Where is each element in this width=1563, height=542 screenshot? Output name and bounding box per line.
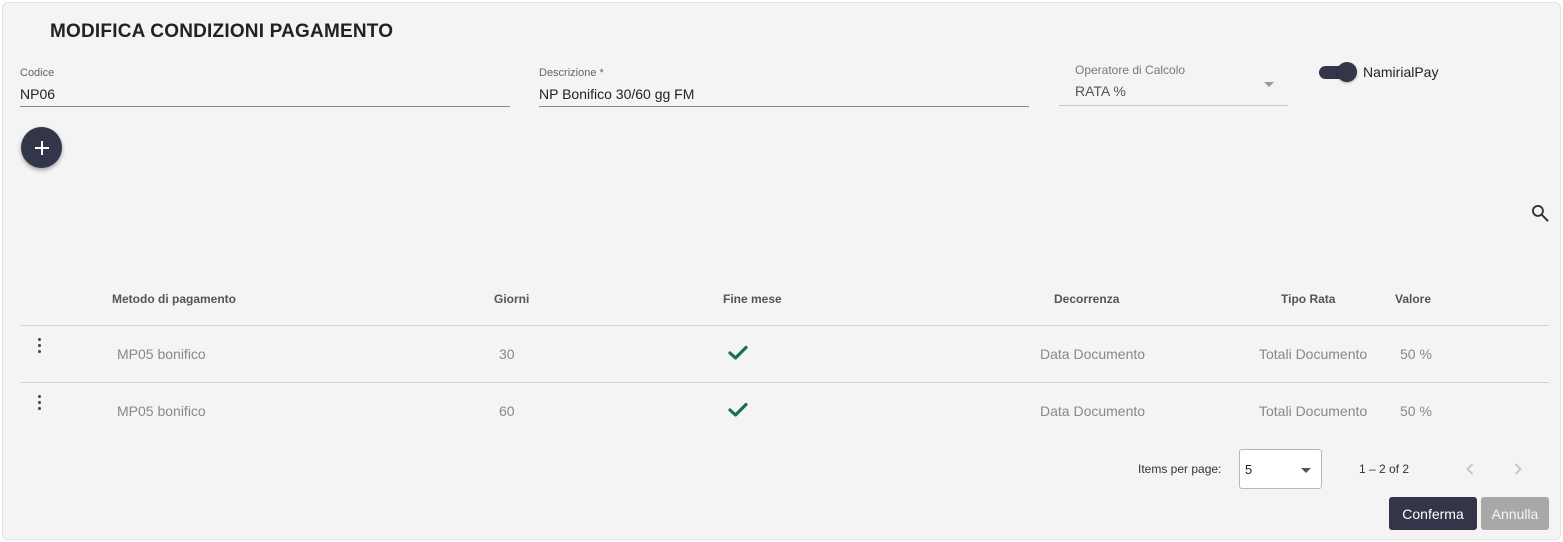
cell-metodo: MP05 bonifico <box>117 346 206 362</box>
cell-valore: 50 % <box>1400 403 1432 419</box>
search-icon[interactable] <box>1530 203 1550 223</box>
page-size-value: 5 <box>1245 462 1253 477</box>
namirialpay-label: NamirialPay <box>1363 64 1439 80</box>
more-vert-icon[interactable] <box>36 338 44 354</box>
cell-tipo-rata: Totali Documento <box>1259 346 1368 362</box>
operatore-calcolo-select[interactable]: Operatore di Calcolo RATA % <box>1059 63 1288 106</box>
check-icon <box>728 345 748 360</box>
cell-metodo: MP05 bonifico <box>117 403 206 419</box>
check-icon <box>728 402 748 417</box>
cell-valore: 50 % <box>1400 346 1432 362</box>
dropdown-arrow-icon <box>1264 82 1274 87</box>
header-fine-mese[interactable]: Fine mese <box>723 292 782 306</box>
codice-input[interactable]: NP06 <box>20 86 55 102</box>
page-range-label: 1 – 2 of 2 <box>1359 462 1410 476</box>
cell-giorni: 60 <box>499 403 515 419</box>
more-vert-icon[interactable] <box>36 395 44 411</box>
add-row-button[interactable] <box>21 127 62 168</box>
chevron-right-icon[interactable] <box>1511 461 1525 477</box>
header-giorni[interactable]: Giorni <box>494 292 529 306</box>
operatore-label: Operatore di Calcolo <box>1075 63 1186 77</box>
cell-decorrenza: Data Documento <box>1040 403 1146 419</box>
dialog-title: MODIFICA CONDIZIONI PAGAMENTO <box>50 21 394 42</box>
descrizione-label: Descrizione * <box>539 67 604 79</box>
codice-label: Codice <box>20 67 55 79</box>
header-decorrenza[interactable]: Decorrenza <box>1054 292 1119 306</box>
dropdown-arrow-icon <box>1301 468 1311 473</box>
cell-decorrenza: Data Documento <box>1040 346 1146 362</box>
codice-field[interactable]: Codice NP06 <box>20 67 510 107</box>
cancel-button[interactable]: Annulla <box>1481 497 1549 530</box>
namirialpay-toggle[interactable] <box>1317 62 1357 82</box>
operatore-underline <box>1059 105 1288 106</box>
descrizione-input[interactable]: NP Bonifico 30/60 gg FM <box>539 86 694 102</box>
edit-payment-terms-dialog: MODIFICA CONDIZIONI PAGAMENTO Codice NP0… <box>2 2 1561 540</box>
items-per-page-label: Items per page: <box>1138 462 1222 476</box>
chevron-left-icon[interactable] <box>1463 461 1477 477</box>
header-tipo-rata[interactable]: Tipo Rata <box>1281 292 1335 306</box>
codice-underline <box>20 106 510 107</box>
cell-tipo-rata: Totali Documento <box>1259 403 1368 419</box>
descrizione-field[interactable]: Descrizione * NP Bonifico 30/60 gg FM <box>539 67 1029 107</box>
page-size-select[interactable]: 5 <box>1239 449 1322 489</box>
header-metodo[interactable]: Metodo di pagamento <box>112 292 236 306</box>
operatore-value: RATA % <box>1075 83 1126 99</box>
cell-giorni: 30 <box>499 346 515 362</box>
toggle-thumb <box>1337 62 1357 82</box>
header-valore[interactable]: Valore <box>1395 292 1431 306</box>
row-divider <box>20 382 1549 383</box>
descrizione-underline <box>539 106 1029 107</box>
header-divider <box>20 325 1549 326</box>
confirm-button[interactable]: Conferma <box>1389 497 1477 530</box>
